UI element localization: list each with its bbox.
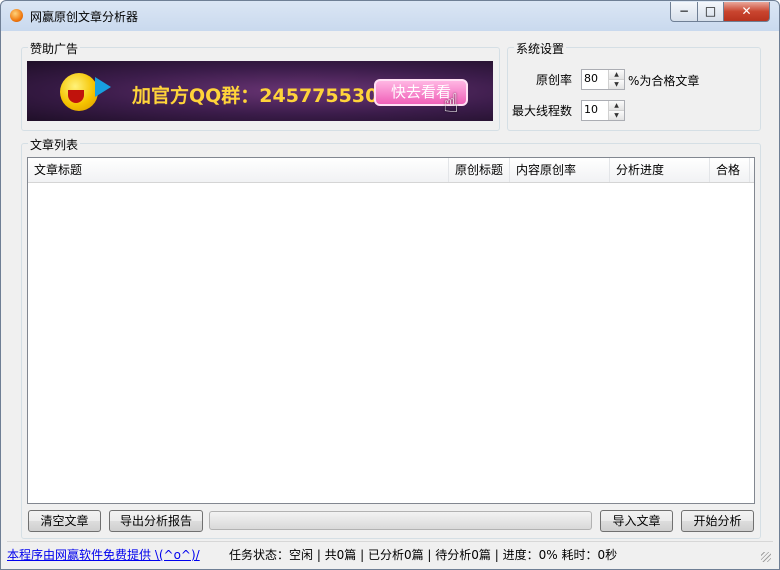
export-report-button[interactable]: 导出分析报告 (109, 510, 203, 532)
rate-input[interactable] (583, 71, 606, 86)
list-group-label: 文章列表 (28, 136, 81, 153)
hand-pointer-icon: ☝ (443, 89, 459, 119)
start-analysis-button[interactable]: 开始分析 (681, 510, 754, 532)
maximize-button[interactable]: □ (697, 2, 724, 22)
resize-grip-icon[interactable] (761, 552, 771, 562)
import-articles-button[interactable]: 导入文章 (600, 510, 673, 532)
close-button[interactable]: ✕ (723, 2, 770, 22)
article-listview[interactable]: 文章标题 原创标题 内容原创率 分析进度 合格 (27, 157, 755, 504)
column-qualified[interactable]: 合格 (710, 158, 750, 182)
rate-label: 原创率 (536, 73, 573, 87)
threads-label: 最大线程数 (512, 104, 573, 118)
list-header: 文章标题 原创标题 内容原创率 分析进度 合格 (28, 158, 754, 183)
threads-up-icon[interactable]: ▲ (609, 101, 624, 111)
column-content-rate[interactable]: 内容原创率 (510, 158, 610, 182)
app-icon[interactable] (10, 9, 23, 22)
threads-input[interactable] (583, 102, 606, 117)
status-bar: 本程序由网赢软件免费提供 \(^o^)/ 任务状态：空闲 | 共0篇 | 已分析… (7, 541, 773, 564)
threads-down-icon[interactable]: ▼ (609, 111, 624, 120)
settings-group-label: 系统设置 (514, 40, 567, 57)
app-window: 网赢原创文章分析器 − □ ✕ 赞助广告 加官方QQ群：245775530 快去… (0, 0, 780, 570)
window-title: 网赢原创文章分析器 (30, 10, 139, 24)
ad-banner[interactable]: 加官方QQ群：245775530 快去看看 ☝ (27, 61, 493, 121)
megaphone-icon (95, 77, 111, 97)
smiley-icon (60, 73, 98, 111)
maximize-icon: □ (704, 4, 717, 18)
clear-articles-button[interactable]: 清空文章 (28, 510, 101, 532)
column-progress[interactable]: 分析进度 (610, 158, 710, 182)
rate-spinner[interactable]: ▲ ▼ (581, 69, 625, 90)
rate-down-icon[interactable]: ▼ (609, 80, 624, 89)
column-title[interactable]: 文章标题 (28, 158, 449, 182)
column-original-title[interactable]: 原创标题 (449, 158, 510, 182)
credit-link[interactable]: 本程序由网赢软件免费提供 \(^o^)/ (7, 546, 200, 563)
client-area: 赞助广告 加官方QQ群：245775530 快去看看 ☝ 系统设置 原创率 ▲ … (7, 31, 773, 563)
threads-spinner[interactable]: ▲ ▼ (581, 100, 625, 121)
title-bar[interactable]: 网赢原创文章分析器 − □ ✕ (1, 1, 779, 31)
status-text: 任务状态：空闲 | 共0篇 | 已分析0篇 | 待分析0篇 | 进度：0% 耗时… (229, 548, 618, 562)
rate-up-icon[interactable]: ▲ (609, 70, 624, 80)
close-icon: ✕ (741, 4, 752, 18)
ad-group-label: 赞助广告 (28, 40, 81, 57)
minimize-icon: − (678, 4, 690, 18)
ad-text: 加官方QQ群：245775530 (132, 85, 379, 107)
progress-bar (209, 511, 592, 530)
minimize-button[interactable]: − (670, 2, 698, 22)
rate-suffix: %为合格文章 (628, 74, 700, 88)
